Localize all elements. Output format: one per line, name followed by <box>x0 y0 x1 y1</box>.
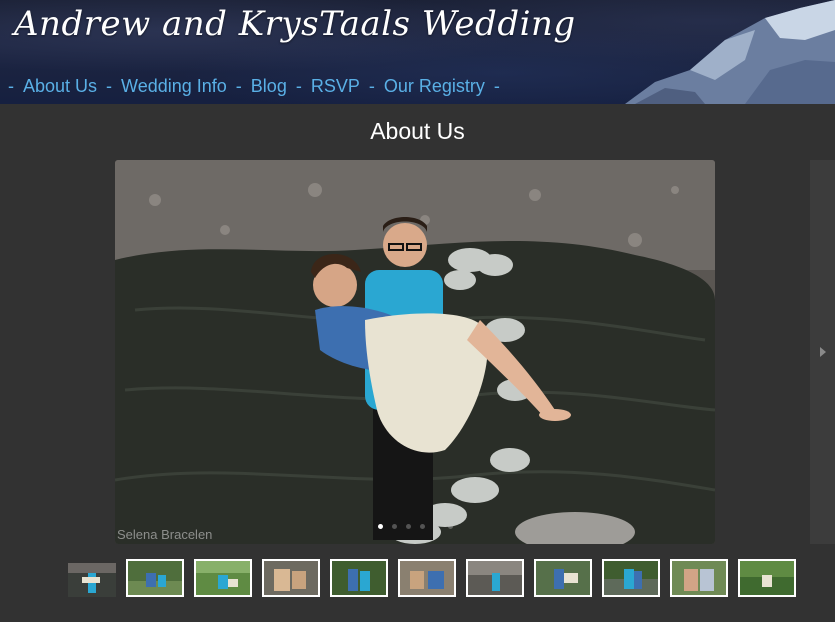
nav-separator: - <box>106 75 113 96</box>
page-title: About Us <box>370 118 465 144</box>
thumbnail[interactable] <box>398 559 456 597</box>
couple-photo <box>115 160 715 544</box>
nav-separator: - <box>8 75 14 96</box>
slideshow-dots <box>115 524 715 532</box>
slide-dot[interactable] <box>391 524 397 529</box>
thumbnail[interactable] <box>670 559 728 597</box>
chevron-right-icon <box>819 347 826 357</box>
slide-dot[interactable] <box>433 524 439 529</box>
slide-dot[interactable] <box>405 524 411 529</box>
nav-link-rsvp[interactable]: RSVP <box>311 76 360 97</box>
nav-separator: - <box>295 75 302 96</box>
nav-link-blog[interactable]: Blog <box>251 76 287 97</box>
slide-dot[interactable] <box>419 524 425 529</box>
nav-link-about-us[interactable]: About Us <box>23 76 97 97</box>
thumbnail[interactable] <box>534 559 592 597</box>
site-header: Andrew and KrysTaals Wedding - About Us … <box>0 0 835 104</box>
nav-link-our-registry[interactable]: Our Registry <box>384 76 485 97</box>
thumbnail-strip <box>66 559 806 599</box>
thumbnail[interactable] <box>330 559 388 597</box>
thumbnail[interactable] <box>738 559 796 597</box>
nav-separator: - <box>368 75 375 96</box>
slide-dot[interactable] <box>377 524 383 529</box>
thumbnail[interactable] <box>262 559 320 597</box>
nav-separator: - <box>235 75 242 96</box>
thumbnail[interactable] <box>602 559 660 597</box>
nav-separator: - <box>493 75 500 96</box>
site-title[interactable]: Andrew and KrysTaals Wedding <box>14 4 576 44</box>
mountain-illustration <box>625 0 835 104</box>
slide-dot[interactable] <box>447 524 453 529</box>
nav-link-wedding-info[interactable]: Wedding Info <box>121 76 227 97</box>
thumbnail[interactable] <box>466 559 524 597</box>
thumbnail[interactable] <box>66 561 118 599</box>
slideshow-photo[interactable]: Selena Bracelen <box>115 160 715 544</box>
main-nav: - About Us - Wedding Info - Blog - RSVP … <box>8 74 509 98</box>
next-slide-button[interactable] <box>810 160 835 544</box>
thumbnail[interactable] <box>126 559 184 597</box>
thumbnail[interactable] <box>194 559 252 597</box>
